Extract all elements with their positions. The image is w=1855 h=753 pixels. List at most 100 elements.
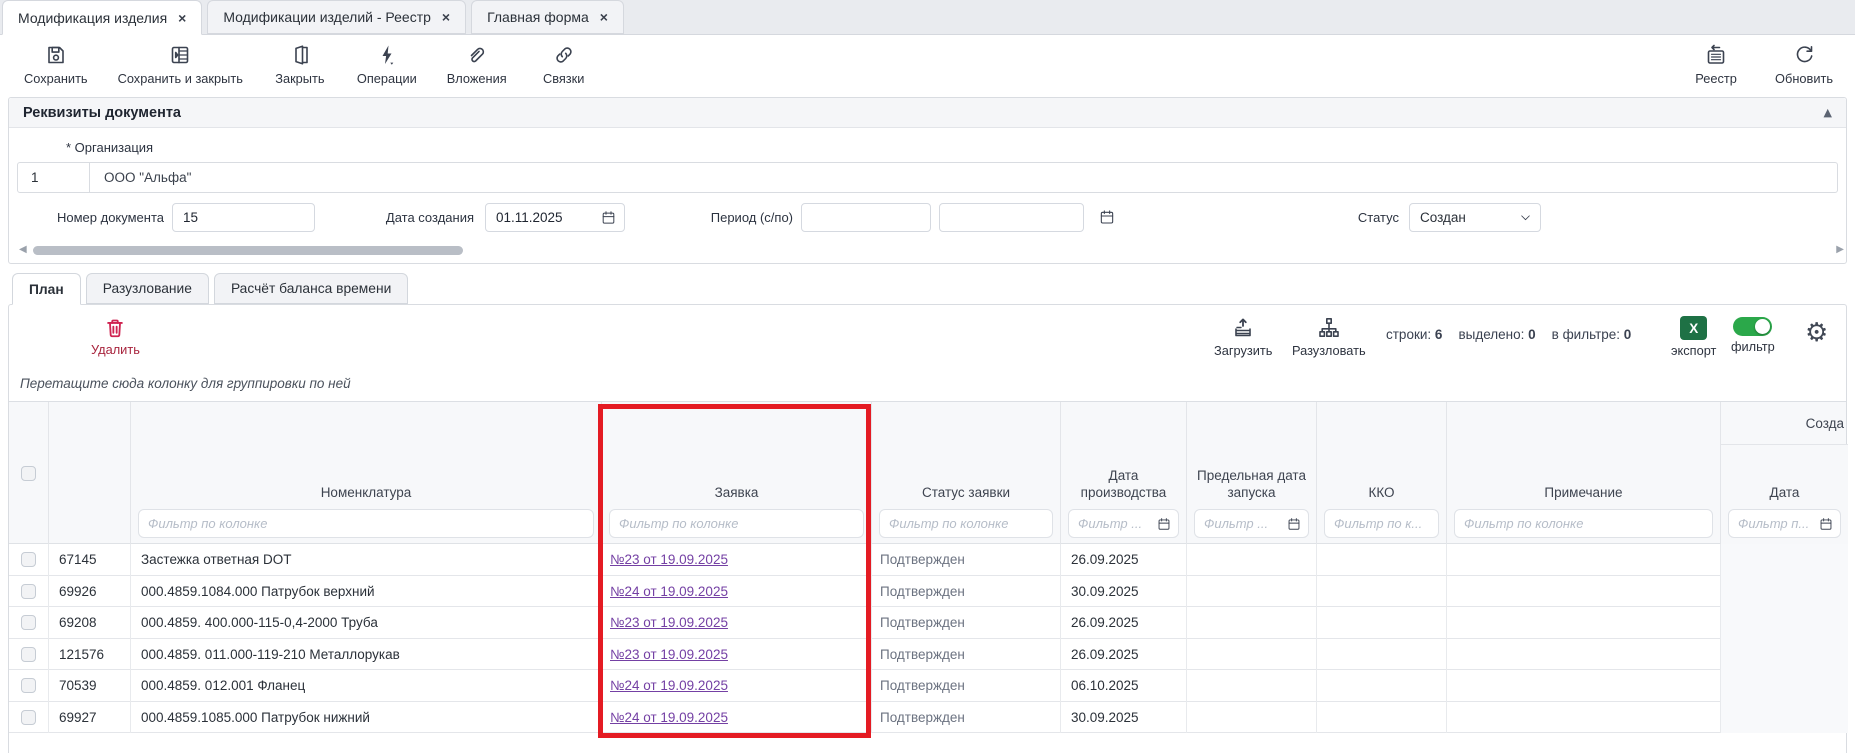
cell-note xyxy=(1447,544,1721,576)
gear-icon[interactable]: ⚙ xyxy=(1805,320,1828,346)
row-checkbox[interactable] xyxy=(21,615,36,630)
row-checkbox[interactable] xyxy=(21,647,36,662)
period-from-value[interactable] xyxy=(812,210,922,225)
table-row[interactable]: 69927 000.4859.1085.000 Патрубок нижний … xyxy=(9,702,1848,734)
header-request-status[interactable]: Статус заявки xyxy=(872,402,1061,544)
header-created-group[interactable]: Созда xyxy=(1721,402,1848,445)
cell-note xyxy=(1447,576,1721,608)
period-from-input[interactable] xyxy=(801,203,931,232)
rows-counter: строки: 6 xyxy=(1386,327,1442,342)
request-link[interactable]: №24 от 19.09.2025 xyxy=(610,678,728,693)
request-link[interactable]: №23 от 19.09.2025 xyxy=(610,552,728,567)
calendar-icon[interactable] xyxy=(1157,517,1171,531)
collapse-up-icon[interactable]: ▲ xyxy=(1824,106,1832,119)
calendar-icon[interactable] xyxy=(1287,517,1301,531)
request-link[interactable]: №23 от 19.09.2025 xyxy=(610,615,728,630)
cell-nomenclature: Застежка ответная DOT xyxy=(131,544,602,576)
created-date-filter[interactable] xyxy=(1728,509,1841,538)
load-button[interactable]: Загрузить xyxy=(1214,316,1272,358)
tab-plan[interactable]: План xyxy=(12,273,81,305)
nomenclature-filter[interactable] xyxy=(138,509,594,538)
scrollbar-thumb[interactable] xyxy=(33,246,463,255)
request-link[interactable]: №24 от 19.09.2025 xyxy=(610,710,728,725)
calendar-icon[interactable] xyxy=(601,210,616,225)
header-request[interactable]: Заявка xyxy=(602,402,872,544)
save-button[interactable]: Сохранить xyxy=(24,43,88,86)
table-row[interactable]: 121576 000.4859. 011.000-119-210 Металло… xyxy=(9,639,1848,671)
tab-label: Модификация изделия xyxy=(18,10,167,26)
grid-counters: строки: 6 выделено: 0 в фильтре: 0 xyxy=(1386,327,1631,342)
register-button[interactable]: Реестр xyxy=(1689,43,1743,86)
refresh-button[interactable]: Обновить xyxy=(1775,43,1833,86)
close-icon[interactable]: × xyxy=(178,10,186,26)
unnest-button[interactable]: Разузловать xyxy=(1292,316,1366,358)
scroll-left-arrow[interactable]: ◀ xyxy=(19,244,27,255)
window-tab-main-form[interactable]: Главная форма × xyxy=(471,0,624,34)
created-date-input[interactable] xyxy=(485,203,625,232)
header-created-date[interactable]: Дата xyxy=(1721,445,1848,544)
links-button[interactable]: Связки xyxy=(537,43,591,86)
header-note[interactable]: Примечание xyxy=(1447,402,1721,544)
request-filter[interactable] xyxy=(609,509,864,538)
close-button[interactable]: Закрыть xyxy=(273,43,327,86)
attachments-button[interactable]: Вложения xyxy=(447,43,507,86)
request-status-filter[interactable] xyxy=(879,509,1053,538)
selected-counter: выделено: 0 xyxy=(1458,327,1535,342)
production-date-filter[interactable] xyxy=(1068,509,1179,538)
table-row[interactable]: 69208 000.4859. 400.000-115-0,4-2000 Тру… xyxy=(9,607,1848,639)
row-checkbox[interactable] xyxy=(21,552,36,567)
table-row[interactable]: 69926 000.4859.1084.000 Патрубок верхний… xyxy=(9,576,1848,608)
refresh-icon xyxy=(1792,43,1816,67)
operations-button[interactable]: Операции xyxy=(357,43,417,86)
organization-code[interactable]: 1 xyxy=(18,163,90,192)
plan-grid-panel: Удалить Загрузить Разузловать строки: 6 … xyxy=(8,304,1847,753)
select-all-checkbox[interactable] xyxy=(21,466,36,481)
doc-number-input[interactable] xyxy=(172,203,315,232)
export-excel-button[interactable]: X экспорт xyxy=(1671,316,1716,358)
table-row[interactable]: 70539 000.4859. 012.001 Фланец №24 от 19… xyxy=(9,670,1848,702)
header-production-date[interactable]: Дата производства xyxy=(1061,402,1187,544)
close-icon[interactable]: × xyxy=(600,9,608,25)
window-tab-modification[interactable]: Модификация изделия × xyxy=(2,0,202,35)
created-date-value[interactable] xyxy=(496,210,601,225)
save-and-close-button[interactable]: Сохранить и закрыть xyxy=(118,43,243,86)
header-kko[interactable]: ККО xyxy=(1317,402,1447,544)
tab-unnesting[interactable]: Разузлование xyxy=(86,273,209,304)
scroll-right-arrow[interactable]: ▶ xyxy=(1836,244,1844,255)
cell-deadline xyxy=(1187,576,1317,608)
period-to-value[interactable] xyxy=(950,210,1075,225)
cell-nomenclature: 000.4859. 400.000-115-0,4-2000 Труба xyxy=(131,607,602,639)
cell-id: 69927 xyxy=(49,702,131,734)
header-nomenclature[interactable]: Номенклатура xyxy=(131,402,602,544)
toggle-on-icon[interactable] xyxy=(1733,317,1772,336)
doc-number-value[interactable] xyxy=(183,210,306,225)
request-link[interactable]: №24 от 19.09.2025 xyxy=(610,584,728,599)
header-deadline-date[interactable]: Предельная дата запуска xyxy=(1187,402,1317,544)
status-select[interactable]: Создан xyxy=(1409,203,1541,232)
table-row[interactable]: 67145 Застежка ответная DOT №23 от 19.09… xyxy=(9,544,1848,576)
note-filter[interactable] xyxy=(1454,509,1713,538)
organization-field[interactable]: 1 ООО "Альфа" xyxy=(17,162,1838,193)
filter-toggle[interactable]: фильтр xyxy=(1731,317,1775,354)
header-id-cell[interactable] xyxy=(49,402,131,544)
period-to-input[interactable] xyxy=(939,203,1084,232)
organization-name[interactable]: ООО "Альфа" xyxy=(90,170,191,185)
close-icon[interactable]: × xyxy=(442,9,450,25)
delete-button[interactable]: Удалить xyxy=(91,317,140,357)
calendar-icon[interactable] xyxy=(1819,517,1833,531)
deadline-date-filter[interactable] xyxy=(1194,509,1309,538)
group-drop-zone[interactable]: Перетащите сюда колонку для группировки … xyxy=(9,366,1846,402)
row-checkbox[interactable] xyxy=(21,710,36,725)
tab-time-balance[interactable]: Расчёт баланса времени xyxy=(214,273,408,304)
cell-status: Подтвержден xyxy=(872,670,1061,702)
cell-deadline xyxy=(1187,702,1317,734)
period-calendar-icon[interactable] xyxy=(1099,209,1115,225)
paperclip-icon xyxy=(465,43,489,67)
cell-kko xyxy=(1317,607,1447,639)
window-tab-register[interactable]: Модификации изделий - Реестр × xyxy=(207,0,466,34)
cell-kko xyxy=(1317,544,1447,576)
request-link[interactable]: №23 от 19.09.2025 xyxy=(610,647,728,662)
row-checkbox[interactable] xyxy=(21,678,36,693)
row-checkbox[interactable] xyxy=(21,584,36,599)
kko-filter[interactable] xyxy=(1324,509,1439,538)
